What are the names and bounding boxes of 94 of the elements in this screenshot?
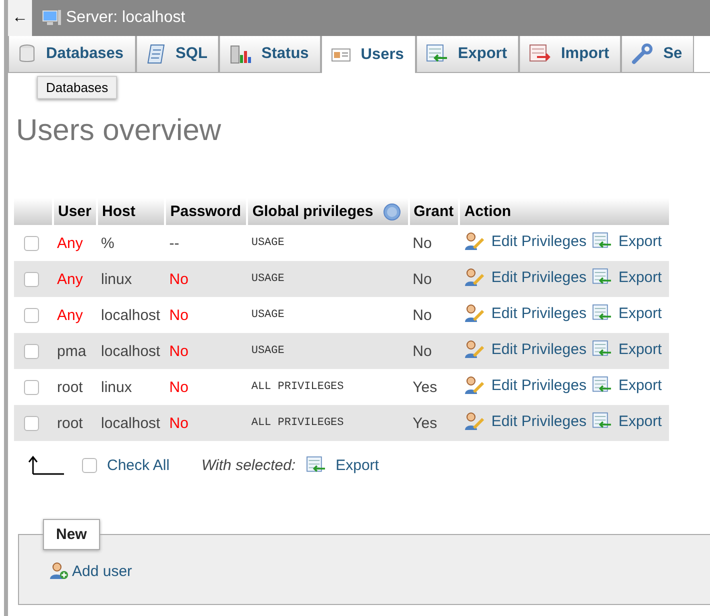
edit-privileges-link[interactable]: Edit Privileges (491, 268, 586, 286)
table-cell: localhost (97, 405, 166, 441)
person-pencil-icon (463, 267, 486, 287)
table-cell: Any (53, 261, 98, 297)
checkbox[interactable] (24, 236, 39, 252)
column-header: User (58, 203, 92, 220)
export-link[interactable]: Export (618, 340, 662, 358)
person-pencil-icon (463, 375, 486, 395)
tab[interactable]: Databases (8, 36, 136, 72)
table-cell: linux (97, 369, 166, 405)
add-user-icon (49, 562, 69, 580)
tab[interactable]: Se (621, 36, 694, 72)
person-pencil-icon (463, 231, 486, 251)
export-link[interactable]: Export (336, 456, 379, 474)
edit-privileges-link[interactable]: Edit Privileges (491, 340, 586, 358)
tab[interactable]: SQL (136, 36, 220, 72)
sheet-export-icon (592, 412, 612, 430)
export-link[interactable]: Export (618, 304, 662, 322)
sheet-export-icon (592, 232, 612, 250)
person-pencil-icon (463, 303, 486, 323)
checkbox[interactable] (24, 308, 39, 324)
table-cell: ALL PRIVILEGES (247, 369, 409, 405)
column-header: Host (102, 203, 136, 220)
checkbox[interactable] (24, 344, 39, 360)
sheet-export-icon (592, 376, 612, 394)
edit-privileges-link[interactable]: Edit Privileges (491, 232, 586, 250)
panel-legend: New (43, 519, 100, 550)
checkbox[interactable] (24, 380, 39, 396)
table-cell: localhost (97, 333, 166, 369)
sheet-export-icon (426, 44, 448, 64)
table-cell: No (165, 333, 248, 369)
column-header: Global privileges (252, 203, 374, 220)
table-cell: USAGE (247, 261, 409, 297)
tab[interactable]: Import (518, 36, 622, 72)
table-cell: ALL PRIVILEGES (247, 405, 409, 441)
tab[interactable]: Export (416, 36, 519, 72)
wrench-icon (631, 43, 654, 65)
sheet-export-icon (592, 304, 612, 322)
table-cell: No (165, 369, 248, 405)
table-cell: linux (97, 261, 166, 297)
person-pencil-icon (463, 339, 486, 359)
table-cell: Yes (408, 369, 460, 405)
table-cell: Yes (408, 405, 460, 441)
table-cell: -- (165, 225, 248, 261)
tab[interactable]: Users (320, 36, 416, 73)
checkbox[interactable] (82, 458, 97, 474)
bar-chart-icon (229, 43, 252, 65)
check-all-link[interactable]: Check All (107, 456, 170, 474)
table-cell: USAGE (247, 225, 409, 261)
table-cell: USAGE (247, 297, 409, 333)
back-button[interactable]: ← (8, 0, 32, 36)
table-cell: pma (53, 333, 98, 369)
table-cell: root (53, 369, 98, 405)
table-cell: Any (53, 225, 98, 261)
table-cell: No (408, 225, 460, 261)
edit-privileges-link[interactable]: Edit Privileges (491, 412, 586, 430)
export-link[interactable]: Export (618, 268, 662, 286)
table-cell: Any (53, 297, 98, 333)
window-title: Server: localhost (66, 9, 186, 27)
arrow-up-icon (28, 455, 64, 475)
sheet-export-icon (592, 340, 612, 358)
checkbox[interactable] (24, 416, 39, 432)
table-cell: No (165, 297, 248, 333)
sheet-export-icon (306, 456, 326, 474)
table-cell: root (53, 405, 98, 441)
sheet-export-icon (592, 268, 612, 286)
sheet-import-icon (528, 44, 551, 64)
checkbox[interactable] (24, 272, 39, 288)
table-cell: % (97, 225, 166, 261)
monitor-icon (42, 9, 62, 27)
page-heading: Users overview (16, 114, 222, 148)
export-link[interactable]: Export (618, 412, 662, 430)
table-cell: No (408, 261, 460, 297)
column-header: Password (170, 203, 242, 220)
with-selected-label: With selected: (202, 456, 296, 474)
person-pencil-icon (463, 411, 486, 431)
id-card-icon (330, 46, 351, 62)
export-link[interactable]: Export (618, 376, 662, 394)
table-cell: USAGE (247, 333, 409, 369)
edit-privileges-link[interactable]: Edit Privileges (491, 304, 586, 322)
table-cell: No (408, 333, 460, 369)
column-header: Action (464, 203, 512, 220)
edit-privileges-link[interactable]: Edit Privileges (491, 376, 586, 394)
export-link[interactable]: Export (618, 232, 662, 250)
tooltip: Databases (37, 76, 118, 99)
add-user-link[interactable]: Add user (72, 562, 132, 580)
table-cell: localhost (97, 297, 166, 333)
scroll-icon (146, 43, 166, 65)
column-header: Grant (414, 203, 454, 220)
table-cell: No (408, 297, 460, 333)
table-cell: No (165, 405, 248, 441)
tab[interactable]: Status (219, 36, 321, 72)
table-cell: No (165, 261, 248, 297)
database-icon (18, 44, 36, 64)
